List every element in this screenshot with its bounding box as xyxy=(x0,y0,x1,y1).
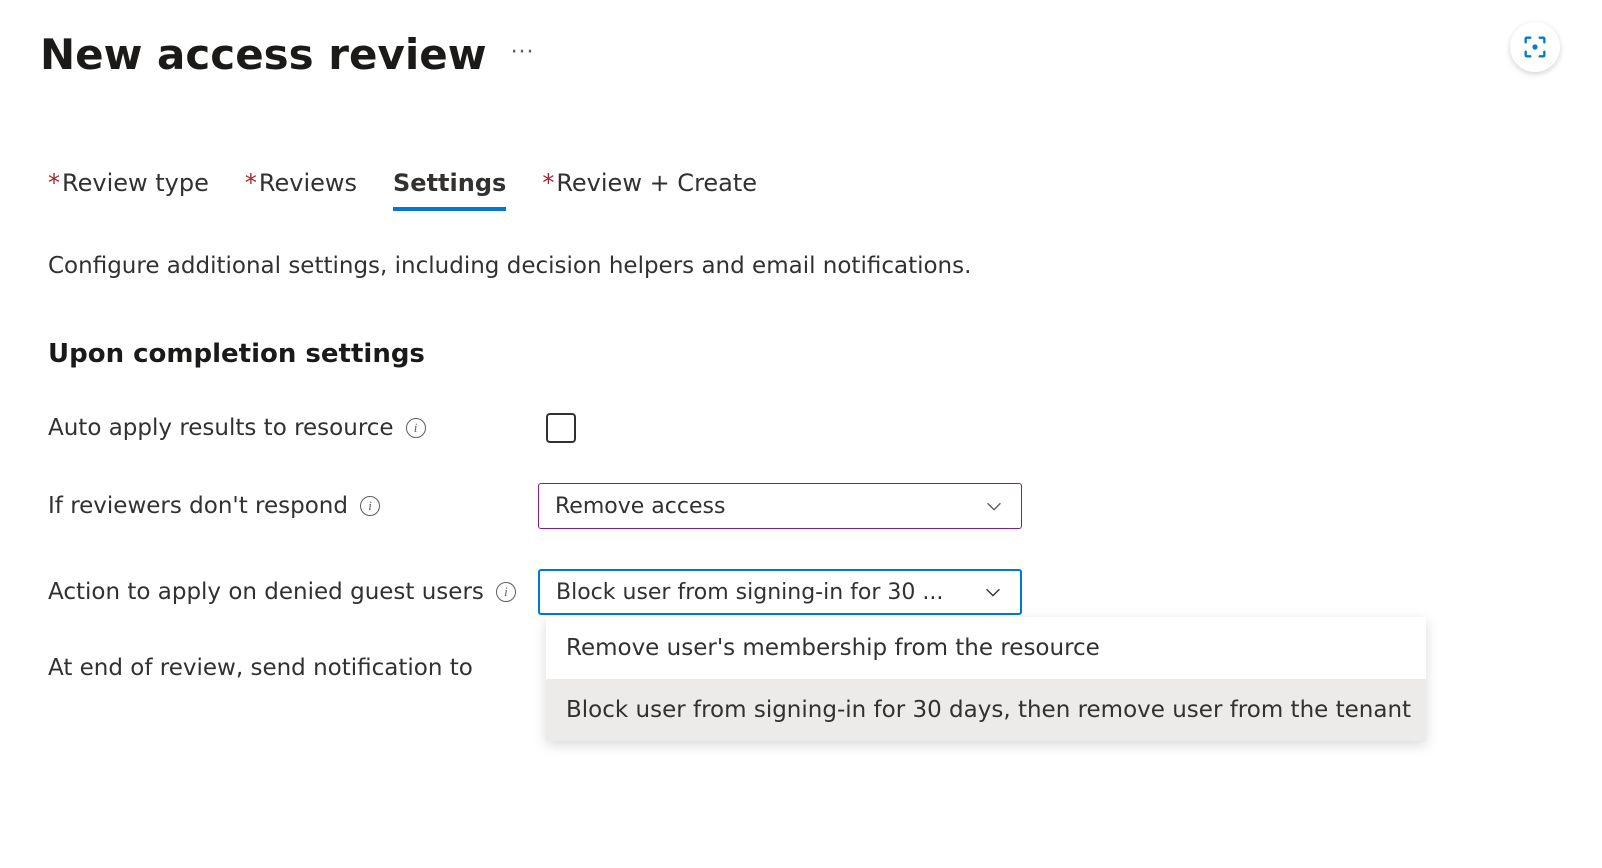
select-denied-guest[interactable]: Block user from signing-in for 30 ... xyxy=(538,569,1022,615)
tabs: *Review type *Reviews Settings *Review +… xyxy=(48,169,1562,211)
screen-capture-button[interactable] xyxy=(1510,22,1560,72)
dropdown-denied-guest: Remove user's membership from the resour… xyxy=(546,617,1426,741)
page-title: New access review xyxy=(40,30,487,79)
dropdown-option-block-signin[interactable]: Block user from signing-in for 30 days, … xyxy=(546,679,1426,741)
row-denied-guest: Action to apply on denied guest users i … xyxy=(48,569,1562,615)
tab-label: Settings xyxy=(393,169,506,197)
required-indicator: * xyxy=(245,169,257,197)
tab-reviews[interactable]: *Reviews xyxy=(245,169,357,211)
info-icon[interactable]: i xyxy=(406,418,426,438)
label-denied-guest: Action to apply on denied guest users i xyxy=(48,579,538,605)
label-text: Action to apply on denied guest users xyxy=(48,579,484,605)
select-no-respond[interactable]: Remove access xyxy=(538,483,1022,529)
label-auto-apply: Auto apply results to resource i xyxy=(48,415,538,441)
tab-review-create[interactable]: *Review + Create xyxy=(542,169,757,211)
settings-description: Configure additional settings, including… xyxy=(48,253,1562,279)
tab-label: Reviews xyxy=(259,169,357,197)
row-no-respond: If reviewers don't respond i Remove acce… xyxy=(48,483,1562,529)
required-indicator: * xyxy=(48,169,60,197)
tab-settings[interactable]: Settings xyxy=(393,169,506,211)
dropdown-option-remove-membership[interactable]: Remove user's membership from the resour… xyxy=(546,617,1426,679)
required-indicator: * xyxy=(542,169,554,197)
label-text: At end of review, send notification to xyxy=(48,655,473,681)
label-text: If reviewers don't respond xyxy=(48,493,348,519)
label-text: Auto apply results to resource xyxy=(48,415,394,441)
chevron-down-icon xyxy=(983,495,1005,517)
row-auto-apply: Auto apply results to resource i xyxy=(48,413,1562,443)
select-value: Remove access xyxy=(555,494,725,519)
label-no-respond: If reviewers don't respond i xyxy=(48,493,538,519)
info-icon[interactable]: i xyxy=(496,582,516,602)
label-notify: At end of review, send notification to xyxy=(48,655,538,681)
tab-review-type[interactable]: *Review type xyxy=(48,169,209,211)
form-area: Auto apply results to resource i If revi… xyxy=(48,413,1562,681)
title-row: New access review ··· xyxy=(40,30,1562,79)
tab-label: Review type xyxy=(62,169,209,197)
checkbox-auto-apply[interactable] xyxy=(546,413,576,443)
tab-label: Review + Create xyxy=(556,169,757,197)
more-actions-button[interactable]: ··· xyxy=(511,40,535,69)
section-heading-upon-completion: Upon completion settings xyxy=(48,339,1562,369)
chevron-down-icon xyxy=(982,581,1004,603)
select-value: Block user from signing-in for 30 ... xyxy=(556,580,943,605)
info-icon[interactable]: i xyxy=(360,496,380,516)
